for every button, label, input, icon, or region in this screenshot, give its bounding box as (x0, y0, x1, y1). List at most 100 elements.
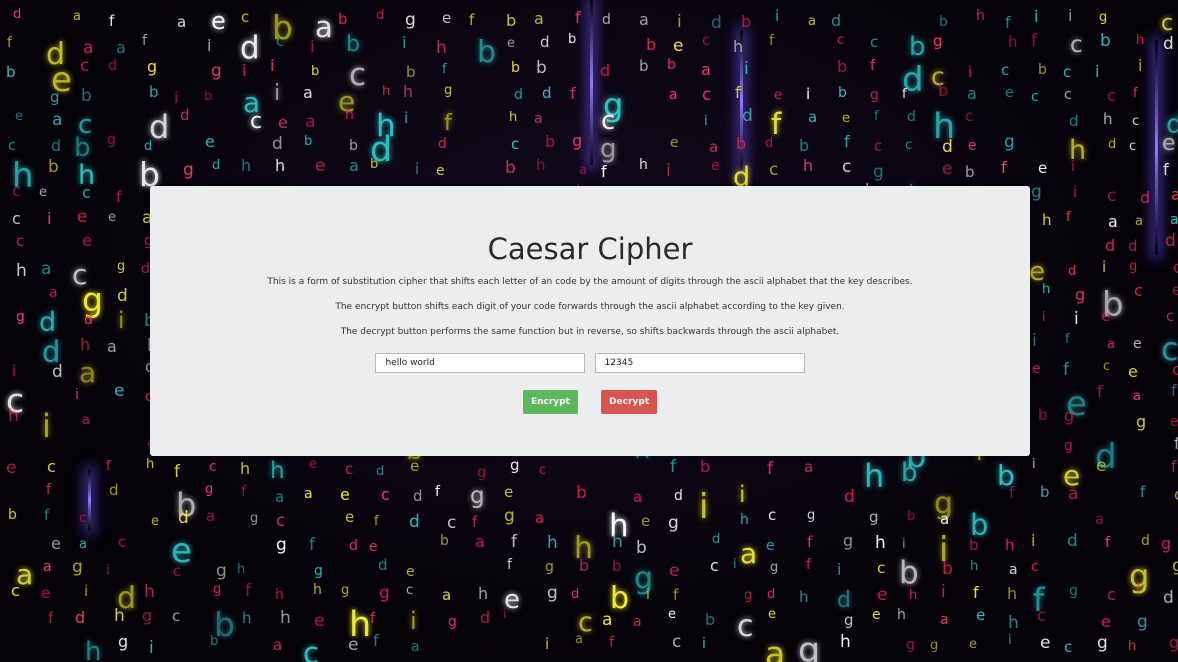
rain-letter: a (349, 156, 359, 175)
rain-letter: a (305, 112, 316, 132)
rain-letter: e (942, 159, 953, 179)
message-input[interactable] (375, 353, 586, 373)
rain-letter: g (211, 61, 222, 81)
rain-letter: a (73, 9, 81, 24)
rain-letter: h (1042, 282, 1051, 297)
rain-letter: c (1064, 638, 1073, 656)
rain-letter: a (303, 83, 313, 102)
rain-letter: i (1138, 56, 1143, 75)
rain-letter: a (116, 38, 126, 57)
rain-letter: c (79, 511, 87, 526)
description-substitution: This is a form of substitution cipher th… (267, 277, 913, 287)
rain-letter: b (938, 81, 949, 100)
rain-letter: d (39, 307, 57, 338)
rain-letter: a (273, 636, 283, 654)
rain-letter: g (1064, 406, 1075, 425)
rain-letter: c (16, 232, 25, 250)
rain-letter: f (1097, 382, 1103, 401)
rain-letter: b (799, 136, 810, 155)
rain-letter: e (872, 607, 881, 623)
rain-letter: c (1031, 89, 1039, 105)
rain-letter: f (48, 609, 54, 627)
rain-letter: e (82, 231, 92, 250)
rain-letter: a (534, 111, 543, 127)
rain-letter: g (205, 482, 214, 497)
rain-letter: c (276, 511, 286, 531)
decrypt-button[interactable]: Decrypt (601, 390, 658, 414)
rain-letter: a (79, 537, 87, 552)
rain-letter: h (976, 8, 985, 24)
rain-letter: a (1133, 389, 1141, 404)
rain-letter: a (1068, 484, 1079, 504)
key-input[interactable] (594, 353, 805, 373)
rain-letter: e (410, 457, 420, 475)
rain-letter: h (803, 156, 814, 175)
rain-letter: f (1066, 210, 1071, 225)
rain-letter: e (641, 512, 651, 530)
rain-letter: f (673, 586, 679, 604)
rain-letter: g (107, 132, 116, 148)
rain-letter: h (864, 457, 885, 495)
rain-letter: i (415, 160, 420, 178)
rain-letter: b (311, 64, 320, 79)
rain-letter: d (942, 137, 953, 157)
rain-letter: g (600, 134, 617, 164)
rain-letter: c (1107, 86, 1116, 105)
rain-letter: i (744, 59, 749, 79)
rain-letter: f (570, 84, 576, 103)
rain-letter: g (213, 582, 222, 597)
rain-letter: h (840, 632, 851, 652)
rain-letter: h (240, 459, 251, 478)
rain-letter: e (842, 111, 850, 126)
rain-letter: e (6, 458, 17, 478)
rain-letter: h (80, 335, 91, 354)
rain-letter: d (240, 30, 260, 66)
rain-letter: i (1071, 159, 1075, 175)
rain-letter: g (668, 513, 679, 533)
rain-letter: d (831, 11, 842, 30)
rain-letter: i (704, 114, 708, 129)
rain-letter: i (806, 85, 811, 103)
rain-letter: c (511, 135, 520, 153)
rain-letter: c (381, 485, 390, 504)
rain-letter: a (967, 84, 977, 103)
rain-letter: e (309, 457, 317, 472)
rain-letter: b (338, 10, 348, 28)
rain-letter: f (507, 557, 512, 573)
rain-letter: c (870, 33, 879, 51)
rain-letter: f (1005, 13, 1011, 32)
rain-letter: g (510, 456, 520, 474)
rain-letter: b (406, 63, 416, 81)
rain-letter: i (1034, 7, 1039, 26)
rain-letter: h (1128, 639, 1137, 654)
rain-letter: c (12, 209, 21, 228)
encrypt-button[interactable]: Encrypt (522, 390, 578, 414)
rain-letter: d (1067, 531, 1078, 551)
rain-letter: h (1005, 536, 1015, 554)
rain-letter: e (1040, 633, 1051, 653)
rain-letter: f (769, 33, 774, 49)
rain-letter: i (12, 362, 17, 380)
rain-letter: e (51, 534, 61, 553)
rain-letter: b (1040, 483, 1050, 501)
rain-letter: c (672, 632, 682, 652)
rain-letter: f (1001, 158, 1007, 177)
rain-letter: f (46, 482, 51, 498)
rain-letter: a (52, 110, 63, 130)
rain-letter: i (545, 635, 550, 653)
rain-letter: e (39, 185, 47, 200)
rain-letter: e (442, 9, 452, 27)
rain-letter: c (1172, 360, 1178, 379)
rain-letter: e (211, 7, 226, 35)
rain-letter: d (438, 136, 447, 152)
rain-letter: d (1165, 231, 1176, 251)
rain-letter: b (440, 533, 449, 549)
rain-letter: c (8, 138, 16, 154)
rain-letter: h (733, 37, 744, 56)
rain-letter: c (702, 85, 712, 105)
rain-letter: b (965, 163, 975, 181)
rain-letter: d (178, 508, 189, 528)
rain-letter: f (109, 12, 115, 30)
rain-letter: g (379, 583, 390, 603)
rain-letter: g (341, 583, 350, 598)
